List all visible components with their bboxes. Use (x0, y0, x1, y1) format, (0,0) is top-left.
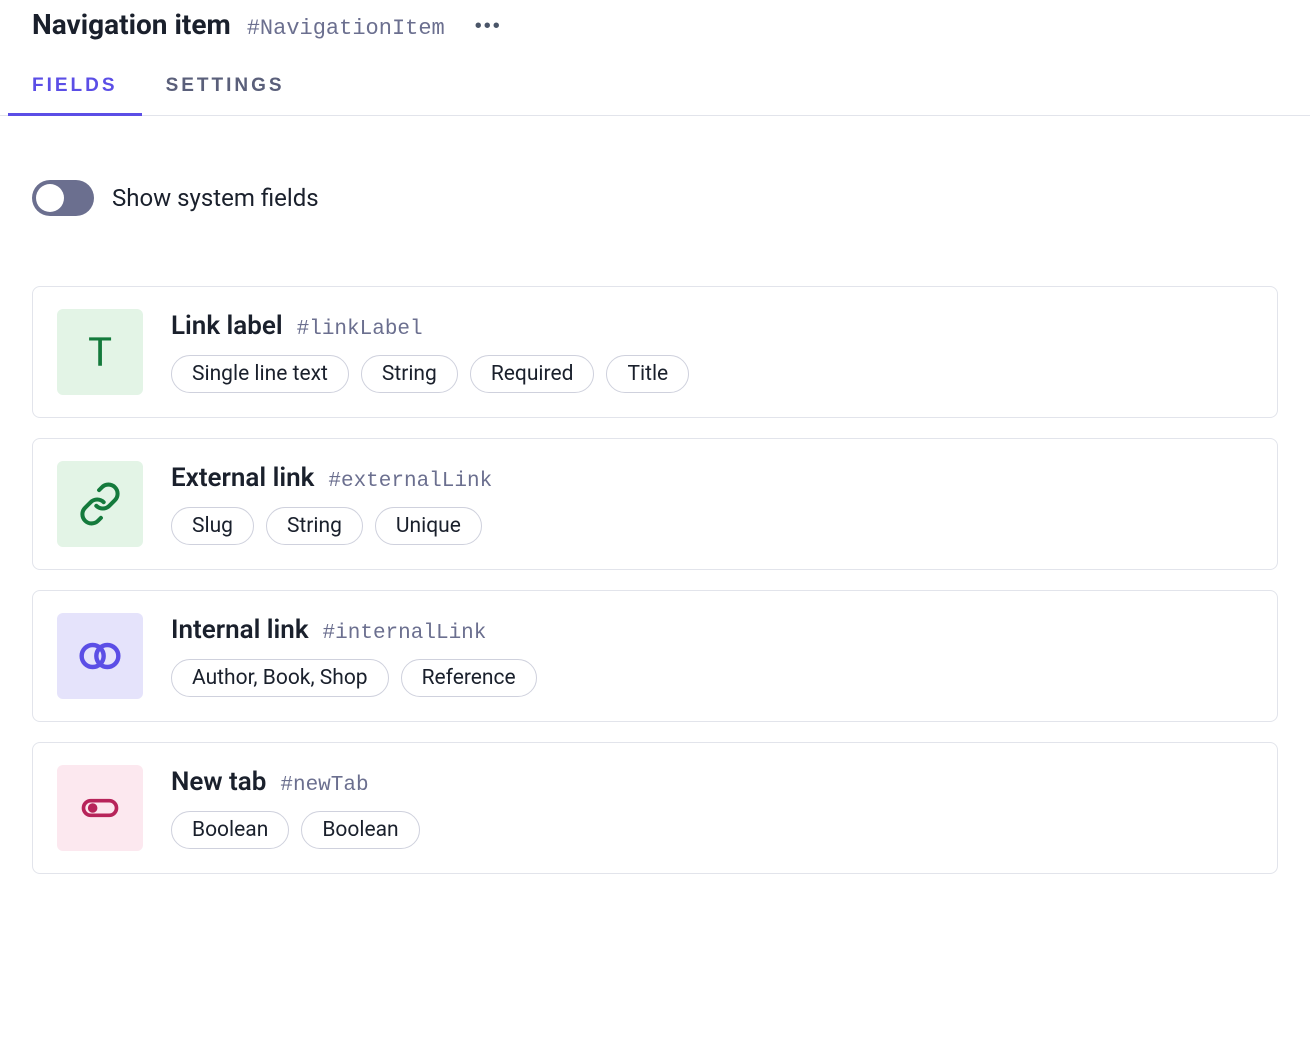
field-tag: Required (470, 355, 595, 393)
field-id: #externalLink (328, 470, 492, 493)
field-card-internal-link[interactable]: Internal link #internalLink Author, Book… (32, 590, 1278, 722)
field-tag: Boolean (171, 811, 289, 849)
field-title: Link label (171, 311, 283, 341)
field-id: #newTab (280, 774, 368, 797)
field-tag: Single line text (171, 355, 349, 393)
kebab-icon: ••• (475, 15, 502, 37)
toggle-label: Show system fields (112, 184, 319, 212)
link-icon (57, 461, 143, 547)
field-id: #internalLink (323, 622, 487, 645)
field-tag: String (361, 355, 458, 393)
field-tag: Unique (375, 507, 482, 545)
field-tag: Slug (171, 507, 254, 545)
field-tag: Title (606, 355, 689, 393)
tab-settings[interactable]: SETTINGS (166, 75, 285, 115)
field-card-link-label[interactable]: T Link label #linkLabel Single line text… (32, 286, 1278, 418)
field-list: T Link label #linkLabel Single line text… (32, 286, 1278, 874)
field-tag: Boolean (301, 811, 419, 849)
field-card-new-tab[interactable]: New tab #newTab Boolean Boolean (32, 742, 1278, 874)
field-card-external-link[interactable]: External link #externalLink Slug String … (32, 438, 1278, 570)
boolean-icon (57, 765, 143, 851)
field-tag: String (266, 507, 363, 545)
tabs: FIELDS SETTINGS (0, 75, 1310, 116)
field-title: New tab (171, 767, 266, 797)
field-tag: Author, Book, Shop (171, 659, 389, 697)
more-button[interactable]: ••• (475, 15, 502, 38)
page-id: #NavigationItem (247, 16, 445, 41)
text-icon: T (57, 309, 143, 395)
tab-fields[interactable]: FIELDS (32, 75, 118, 115)
show-system-fields-toggle[interactable] (32, 180, 94, 216)
relation-icon (57, 613, 143, 699)
field-tag: Reference (401, 659, 537, 697)
field-title: Internal link (171, 615, 309, 645)
field-id: #linkLabel (297, 318, 423, 341)
field-title: External link (171, 463, 314, 493)
toggle-knob (36, 184, 64, 212)
page-title: Navigation item (32, 8, 231, 41)
